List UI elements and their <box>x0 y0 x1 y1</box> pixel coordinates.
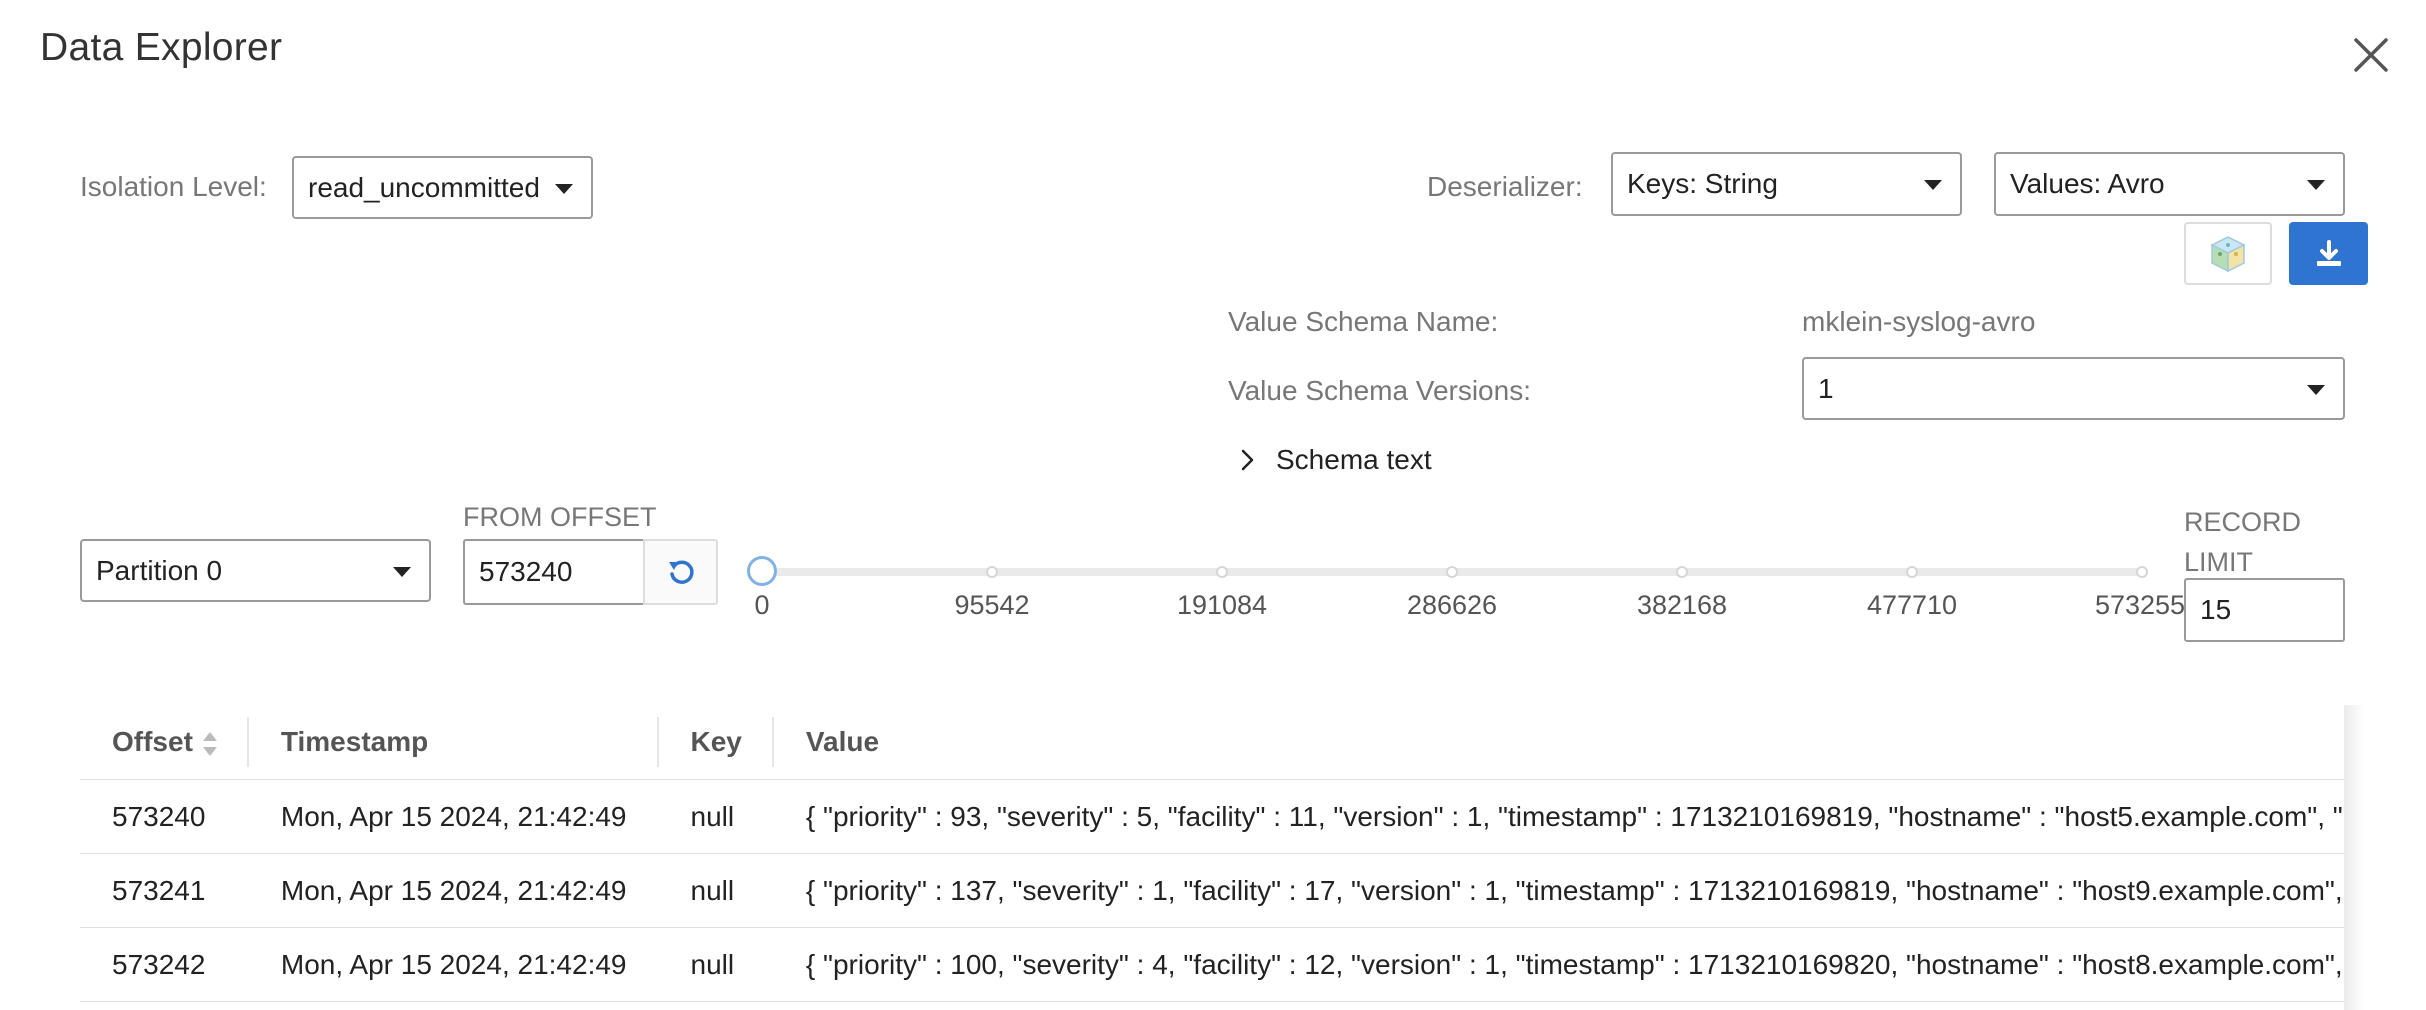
slider-tick <box>1906 566 1918 578</box>
page-title: Data Explorer <box>40 26 283 69</box>
slider-tick <box>1216 566 1228 578</box>
slider-tick <box>1676 566 1688 578</box>
schema-cube-button[interactable] <box>2184 222 2272 285</box>
chevron-down-icon <box>393 566 411 577</box>
cell-timestamp: Mon, Apr 15 2024, 21:42:49 <box>248 927 659 1002</box>
from-offset-input[interactable]: 573240 <box>463 539 645 605</box>
cell-timestamp: Mon, Apr 15 2024, 21:42:49 <box>248 853 659 928</box>
table-header-row: Offset Timestamp Key Value <box>80 705 2344 780</box>
refresh-icon <box>668 560 694 584</box>
records-table-container: Offset Timestamp Key Value 573240 Mon, A… <box>80 705 2344 1010</box>
partition-select[interactable]: Partition 0 <box>80 539 431 602</box>
chevron-down-icon <box>555 183 573 194</box>
slider-tick-label: 95542 <box>954 590 1030 620</box>
from-offset-label: FROM OFFSET <box>463 502 657 532</box>
column-header-offset[interactable]: Offset <box>80 705 249 780</box>
cell-value: { "priority" : 137, "severity" : 1, "fac… <box>773 853 2344 928</box>
keys-deserializer-select[interactable]: Keys: String <box>1611 152 1962 216</box>
slider-tick <box>2136 566 2148 578</box>
record-limit-input[interactable]: 15 <box>2184 578 2345 642</box>
keys-deserializer-value: Keys: String <box>1627 168 1778 199</box>
download-icon <box>2316 239 2341 266</box>
schema-text-toggle[interactable]: Schema text <box>1238 444 1432 476</box>
cell-key: null <box>658 927 774 1002</box>
cube-icon <box>2210 235 2246 272</box>
deserializer-label: Deserializer: <box>1427 171 1583 202</box>
column-header-timestamp[interactable]: Timestamp <box>248 705 659 780</box>
column-header-key-label: Key <box>690 726 742 757</box>
close-icon[interactable] <box>2350 34 2392 76</box>
isolation-level-select[interactable]: read_uncommitted <box>292 156 593 219</box>
value-schema-name-label: Value Schema Name: <box>1228 306 1499 337</box>
records-table: Offset Timestamp Key Value 573240 Mon, A… <box>80 705 2344 1002</box>
record-limit-label-line1: RECORD <box>2184 507 2302 537</box>
cell-key: null <box>658 853 774 928</box>
value-schema-versions-value: 1 <box>1818 372 1834 404</box>
record-limit-value: 15 <box>2200 594 2232 625</box>
column-header-value-label: Value <box>805 726 880 757</box>
values-deserializer-select[interactable]: Values: Avro <box>1994 152 2345 216</box>
record-limit-label: RECORD LIMIT <box>2184 502 2301 582</box>
cell-offset: 573240 <box>80 779 249 854</box>
slider-tick-label: 382168 <box>1636 590 1728 620</box>
isolation-level-label: Isolation Level: <box>80 171 267 202</box>
slider-tick-label: 0 <box>754 590 770 620</box>
column-header-timestamp-label: Timestamp <box>280 726 429 757</box>
chevron-down-icon <box>1924 180 1942 190</box>
cell-value: { "priority" : 93, "severity" : 5, "faci… <box>773 779 2344 854</box>
column-header-value[interactable]: Value <box>773 705 2344 780</box>
table-scroll-shadow <box>2344 705 2364 1010</box>
values-deserializer-value: Values: Avro <box>2010 168 2165 199</box>
table-row[interactable]: 573241 Mon, Apr 15 2024, 21:42:49 null {… <box>80 853 2344 928</box>
table-row[interactable]: 573240 Mon, Apr 15 2024, 21:42:49 null {… <box>80 779 2344 854</box>
download-button[interactable] <box>2289 222 2368 285</box>
cell-value: { "priority" : 100, "severity" : 4, "fac… <box>773 927 2344 1002</box>
record-limit-label-line2: LIMIT <box>2184 547 2254 577</box>
cell-offset: 573241 <box>80 853 249 928</box>
slider-handle[interactable] <box>747 556 777 586</box>
chevron-down-icon <box>2307 384 2325 395</box>
table-row[interactable]: 573242 Mon, Apr 15 2024, 21:42:49 null {… <box>80 927 2344 1002</box>
chevron-right-icon <box>1241 449 1254 471</box>
partition-value: Partition 0 <box>96 554 223 586</box>
cell-offset: 573242 <box>80 927 249 1002</box>
slider-tick-label: 286626 <box>1406 590 1498 620</box>
sort-icon[interactable] <box>202 731 217 756</box>
schema-text-label: Schema text <box>1276 444 1432 475</box>
reset-offset-button[interactable] <box>643 539 718 605</box>
slider-tick <box>986 566 998 578</box>
isolation-level-value: read_uncommitted <box>308 171 540 203</box>
slider-tick-label: 191084 <box>1176 590 1268 620</box>
cell-key: null <box>658 779 774 854</box>
slider-tick-label: 573255 <box>2094 590 2186 620</box>
value-schema-versions-select[interactable]: 1 <box>1802 357 2345 420</box>
slider-tick-label: 477710 <box>1866 590 1958 620</box>
chevron-down-icon <box>2307 180 2325 190</box>
slider-tick <box>1446 566 1458 578</box>
value-schema-name-value: mklein-syslog-avro <box>1802 306 2036 337</box>
value-schema-versions-label: Value Schema Versions: <box>1228 375 1531 406</box>
cell-timestamp: Mon, Apr 15 2024, 21:42:49 <box>248 779 659 854</box>
column-header-key[interactable]: Key <box>658 705 775 780</box>
from-offset-value: 573240 <box>479 556 573 587</box>
column-header-offset-label: Offset <box>112 726 193 757</box>
